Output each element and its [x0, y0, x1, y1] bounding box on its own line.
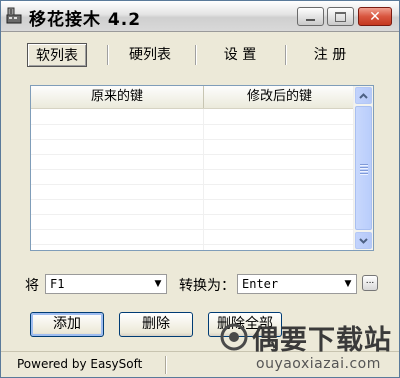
tab-separator: [107, 45, 109, 65]
tab-separator: [285, 45, 287, 65]
close-icon: ✕: [369, 8, 381, 25]
chevron-down-icon: [359, 237, 368, 244]
to-key-value: Enter: [242, 277, 279, 291]
maximize-button[interactable]: [327, 7, 354, 26]
tab-separator: [195, 45, 197, 65]
watermark-url: ouyaoxiazai.com: [256, 356, 381, 372]
tab-soft-list[interactable]: 软列表: [27, 43, 87, 67]
list-row-gridline: [31, 109, 355, 125]
from-key-value: F1: [50, 277, 65, 291]
tab-settings[interactable]: 设 置: [205, 43, 275, 67]
app-icon: [6, 7, 22, 24]
from-key-select[interactable]: F1 ▼: [45, 274, 167, 294]
list-row-gridline: [31, 184, 355, 200]
list-row-gridline: [31, 154, 355, 170]
tab-hard-list[interactable]: 硬列表: [115, 43, 185, 67]
list-row-gridline: [31, 229, 355, 245]
maximize-icon: [335, 11, 346, 22]
column-original-key[interactable]: 原来的键: [31, 86, 204, 108]
tab-bar: 软列表 硬列表 设 置 注 册: [15, 43, 389, 67]
delete-button[interactable]: 删除: [119, 312, 193, 337]
scroll-down-button[interactable]: [355, 232, 372, 249]
to-key-select[interactable]: Enter ▼: [237, 274, 357, 294]
list-row-gridline: [31, 214, 355, 230]
vertical-scrollbar[interactable]: [353, 86, 373, 250]
grip-icon: [360, 164, 368, 175]
more-options-button[interactable]: ...: [362, 275, 378, 291]
watermark-logo-icon: [220, 323, 248, 351]
to-key-label: 转换为：: [179, 278, 235, 294]
column-gridline: [203, 109, 204, 250]
watermark-brand: 偶要下载站: [252, 325, 392, 356]
title-bar[interactable]: 移花接木 4.2 ✕: [1, 1, 399, 32]
dropdown-arrow-icon: ▼: [154, 279, 162, 289]
list-row-gridline: [31, 124, 355, 140]
tab-register[interactable]: 注 册: [295, 43, 365, 67]
chevron-up-icon: [359, 92, 368, 99]
status-text: Powered by EasySoft: [17, 357, 143, 371]
close-button[interactable]: ✕: [358, 7, 392, 26]
column-modified-key[interactable]: 修改后的键: [204, 86, 355, 108]
minimize-icon: [306, 19, 315, 21]
scroll-thumb[interactable]: [355, 106, 372, 230]
list-row-gridline: [31, 169, 355, 185]
from-key-label: 将: [25, 278, 39, 294]
list-row-gridline: [31, 199, 355, 215]
add-button[interactable]: 添加: [30, 312, 104, 337]
list-body: [31, 109, 355, 250]
watermark: 偶要下载站 ouyaoxiazai.com: [220, 318, 400, 378]
scroll-up-button[interactable]: [355, 87, 372, 104]
key-mapping-list[interactable]: 原来的键 修改后的键: [30, 85, 374, 251]
minimize-button[interactable]: [297, 7, 324, 26]
list-row-gridline: [31, 139, 355, 155]
window-title: 移花接木 4.2: [29, 10, 142, 30]
status-separator: [165, 356, 167, 374]
list-header: 原来的键 修改后的键: [31, 86, 355, 109]
dropdown-arrow-icon: ▼: [344, 279, 352, 289]
